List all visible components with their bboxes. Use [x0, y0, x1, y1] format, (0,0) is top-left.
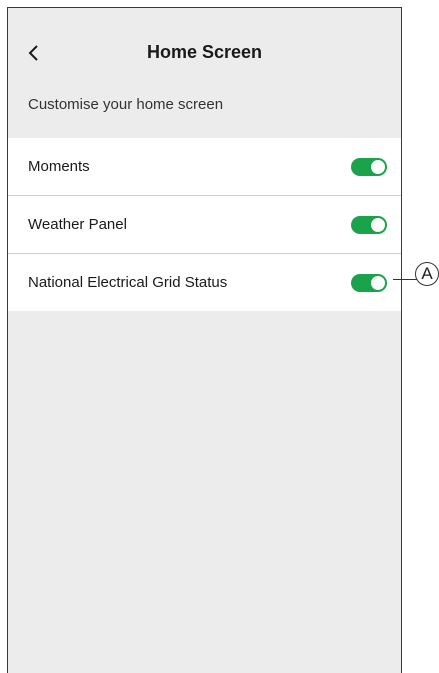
phone-screen: Home Screen Customise your home screen M… [7, 7, 402, 673]
grid-status-toggle[interactable] [351, 273, 387, 292]
row-label: National Electrical Grid Status [28, 274, 228, 291]
row-label: Weather Panel [28, 216, 127, 233]
callout-line [393, 279, 417, 280]
row-label: Moments [28, 158, 90, 175]
header: Home Screen [8, 8, 401, 96]
toggle-knob [371, 217, 385, 232]
section-subtitle: Customise your home screen [28, 96, 224, 113]
list-item-grid-status: National Electrical Grid Status [8, 254, 401, 311]
settings-list: Moments Weather Panel National Electrica… [8, 138, 401, 311]
toggle-knob [371, 275, 385, 290]
list-item-moments: Moments [8, 138, 401, 196]
list-item-weather-panel: Weather Panel [8, 196, 401, 254]
page-title: Home Screen [146, 42, 263, 62]
weather-panel-toggle[interactable] [351, 215, 387, 234]
moments-toggle[interactable] [351, 157, 387, 176]
callout-marker: A [415, 262, 439, 286]
toggle-knob [371, 159, 385, 174]
